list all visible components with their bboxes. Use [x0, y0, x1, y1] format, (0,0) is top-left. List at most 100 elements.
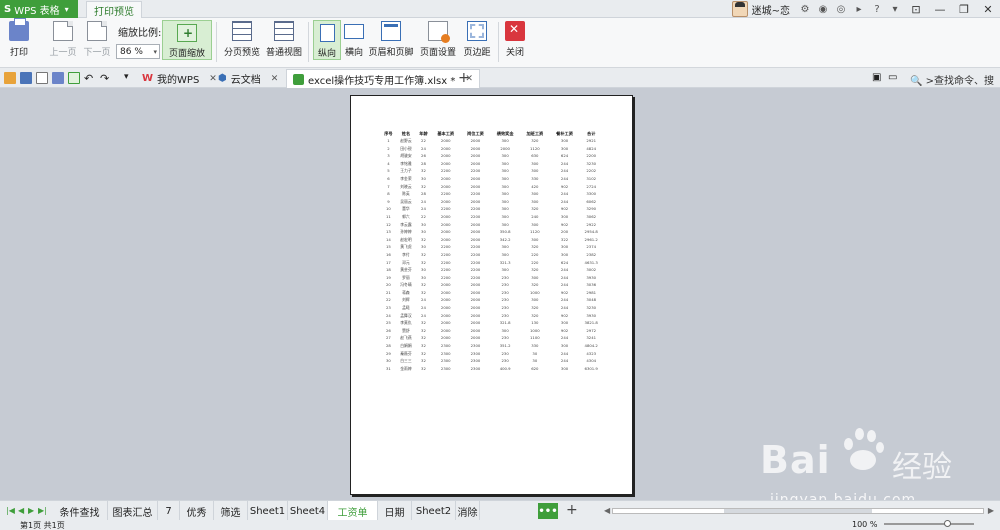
scroll-thumb[interactable] — [724, 509, 872, 513]
skin-icon[interactable]: ◉ — [816, 2, 830, 16]
page-setup-button[interactable]: 页面设置 — [418, 18, 458, 58]
portrait-button[interactable]: 纵向 — [313, 20, 341, 60]
user-name[interactable]: 迷城~恋 — [752, 2, 790, 17]
redo-icon[interactable]: ↷ — [100, 72, 112, 85]
print-icon[interactable] — [52, 72, 64, 84]
sheet-tab[interactable]: Sheet2 — [412, 501, 456, 521]
margins-button[interactable]: 页边距 — [460, 18, 494, 58]
menu-chevron-icon[interactable]: ▾ — [888, 2, 902, 16]
table-cell: 220 — [531, 259, 539, 265]
table-cell: 2000 — [470, 160, 481, 166]
doc-tab-cloud[interactable]: ⬢ 云文档 ✕ — [212, 69, 284, 88]
close-button[interactable]: ✕ — [976, 0, 1000, 18]
print-preview-icon[interactable] — [68, 72, 80, 84]
table-row: 6 李金荣 30 2000 2000 300 330 244 3102 — [381, 175, 603, 183]
prev-sheet-icon[interactable]: ◀ — [18, 506, 24, 515]
first-sheet-icon[interactable]: |◀ — [6, 506, 15, 515]
page-break-preview-button[interactable]: 分页预览 — [222, 18, 262, 58]
table-cell: 300 — [501, 267, 509, 273]
table-cell: 30 — [386, 358, 391, 364]
table-row: 25 李莫仇 32 2000 2000 321.8 130 300 3821.8 — [381, 319, 603, 327]
next-sheet-icon[interactable]: ▶ — [28, 506, 34, 515]
table-cell: 2000 — [440, 221, 451, 227]
table-cell: 2300 — [470, 365, 481, 371]
normal-view-button[interactable]: 普通视图 — [264, 18, 304, 58]
close-icon[interactable]: ✕ — [271, 74, 279, 84]
table-cell: 300 — [531, 168, 539, 174]
fullscreen-icon[interactable]: ⊡ — [904, 0, 928, 18]
table-cell: 300 — [531, 274, 539, 280]
share-icon[interactable]: ◎ — [834, 2, 848, 16]
bookmark-icon[interactable]: ▸ — [852, 2, 866, 16]
zoom-slider[interactable] — [884, 520, 974, 527]
table-cell: 31 — [386, 365, 391, 371]
sheet-tab[interactable]: 工资单 — [328, 501, 378, 521]
minimize-button[interactable]: — — [928, 0, 952, 18]
app-menu-button[interactable]: S WPS 表格 ▾ — [0, 0, 78, 18]
sheet-tab[interactable]: 7 — [158, 501, 180, 521]
table-cell: 322 — [560, 236, 569, 242]
sheet-tab[interactable]: Sheet4 — [288, 501, 328, 521]
prev-page-button[interactable]: 上一页 — [46, 18, 80, 58]
print-button[interactable]: 打印 — [4, 18, 34, 58]
header-footer-button[interactable]: 页眉和页脚 — [366, 18, 416, 58]
next-page-icon — [87, 21, 107, 41]
doc-tab-my-wps[interactable]: W 我的WPS ✕ — [136, 69, 223, 88]
print-preview-area[interactable]: 序号 姓名 年龄 基本工资 岗位工资 绩效奖金 加班工资 餐补工资 合计 1 赵野云 22 2000 2… — [0, 89, 1000, 499]
tab-print-preview[interactable]: 打印预览 — [86, 1, 142, 18]
sheet-tab[interactable]: 条件查找 — [52, 501, 108, 521]
add-tab-button[interactable]: + — [458, 70, 470, 86]
sheet-tab[interactable]: 消除 — [456, 501, 480, 521]
landscape-button[interactable]: 横向 — [342, 18, 366, 58]
ribbon-divider — [216, 22, 217, 62]
table-cell: 刘辉 — [402, 297, 410, 303]
help-icon[interactable]: ? — [870, 2, 884, 16]
doc-tab-workbook[interactable]: excel操作技巧专用工作簿.xlsx * ✕ — [286, 69, 480, 88]
table-cell: 赵宏明 — [400, 236, 412, 242]
table-cell: 3230 — [586, 305, 597, 311]
page-zoom-button[interactable]: 页面缩放 — [162, 20, 212, 60]
table-cell: 244 — [560, 274, 569, 280]
table-cell: 2 — [387, 145, 390, 151]
sheet-tab[interactable]: 图表汇总 — [108, 501, 158, 521]
table-cell: 30 — [421, 229, 426, 235]
table-cell: 300 — [501, 168, 509, 174]
avatar[interactable] — [731, 1, 748, 17]
chevron-down-icon[interactable]: ▾ — [124, 72, 136, 84]
zoom-select[interactable]: 86 % ▾ — [116, 44, 160, 59]
sheet-tab[interactable]: Sheet1 — [248, 501, 288, 521]
table-cell: 230 — [501, 312, 509, 318]
table-cell: 2200 — [440, 244, 451, 250]
table-cell: 2724 — [586, 183, 597, 189]
screen-icon[interactable]: ▣ — [872, 72, 884, 84]
window-icon[interactable]: ▭ — [888, 72, 900, 84]
table-cell: 300 — [560, 145, 569, 151]
open-icon[interactable] — [4, 72, 16, 84]
undo-icon[interactable]: ↶ — [84, 72, 96, 85]
table-cell: 902 — [560, 221, 569, 227]
table-cell: 300 — [560, 320, 569, 326]
save-icon[interactable] — [20, 72, 32, 84]
status-zoom[interactable]: 100 % — [852, 520, 877, 529]
restore-button[interactable]: ❐ — [952, 0, 976, 18]
table-cell: 22 — [386, 297, 391, 303]
last-sheet-icon[interactable]: ▶| — [38, 506, 47, 515]
sheet-tab[interactable]: 筛选 — [214, 501, 248, 521]
new-icon[interactable] — [36, 72, 48, 84]
settings-icon[interactable]: ⚙ — [798, 2, 812, 16]
table-cell: 金雨婷 — [400, 365, 412, 371]
next-page-button[interactable]: 下一页 — [80, 18, 114, 58]
table-cell: 300 — [531, 236, 539, 242]
add-sheet-button[interactable]: + — [566, 502, 578, 518]
table-cell: 230 — [501, 282, 509, 288]
scroll-right-icon[interactable]: ▶ — [988, 506, 994, 515]
table-cell: 230 — [501, 305, 509, 311]
sheet-tab[interactable]: 日期 — [378, 501, 412, 521]
scroll-left-icon[interactable]: ◀ — [604, 506, 610, 515]
close-preview-button[interactable]: 关闭 — [502, 18, 528, 58]
table-cell: 2981 — [586, 289, 597, 295]
zoom-slider-knob[interactable] — [944, 520, 951, 527]
more-sheets-button[interactable]: ••• — [538, 503, 558, 519]
sheet-tab[interactable]: 优秀 — [180, 501, 214, 521]
horizontal-scrollbar[interactable]: ◀ ▶ — [604, 506, 994, 516]
